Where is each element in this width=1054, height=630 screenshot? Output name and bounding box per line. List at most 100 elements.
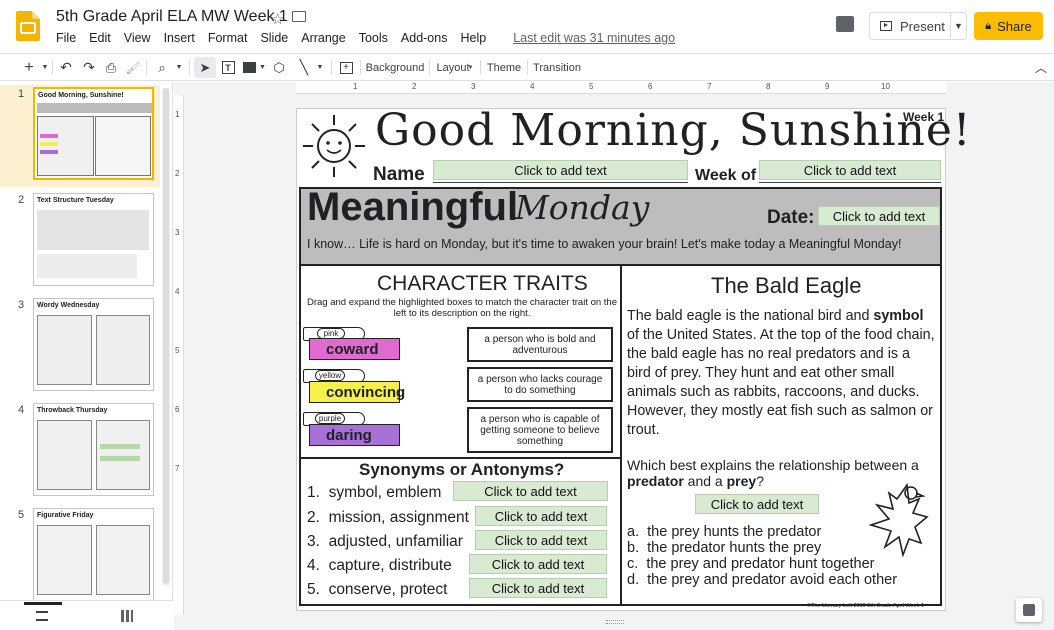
slide-thumbnail-3[interactable]: Wordy Wednesday xyxy=(33,298,154,391)
name-textbox[interactable]: Click to add text xyxy=(433,160,688,180)
synonym-answer-4[interactable]: Click to add text xyxy=(469,554,607,574)
theme-button[interactable]: Theme xyxy=(484,57,524,78)
image-dropdown-icon[interactable]: ▼ xyxy=(258,57,267,78)
paint-format-icon[interactable]: 🖌︎ xyxy=(124,57,142,78)
menu-tools[interactable]: Tools xyxy=(359,31,388,45)
add-comment-icon[interactable]: + xyxy=(337,57,355,78)
star-icon[interactable]: ☆ xyxy=(271,10,284,28)
synonym-item: 3. adjusted, unfamiliar xyxy=(307,533,463,550)
eagle-title: The Bald Eagle xyxy=(711,273,862,298)
filmstrip-scroll-thumb[interactable] xyxy=(163,88,169,584)
menu-insert[interactable]: Insert xyxy=(164,31,195,45)
sun-icon xyxy=(301,113,367,179)
shape-icon[interactable]: ⬡ xyxy=(270,57,288,78)
synonym-answer-3[interactable]: Click to add text xyxy=(475,530,607,550)
answer-choice: c. the prey and predator hunt together xyxy=(627,556,875,572)
answer-choice: d. the prey and predator avoid each othe… xyxy=(627,572,898,588)
synonym-item: 2. mission, assignment xyxy=(307,509,469,526)
traits-title: CHARACTER TRAITS xyxy=(377,272,588,295)
redo-icon[interactable]: ↷ xyxy=(80,57,98,78)
definition-box[interactable]: a person who is bold and adventurous xyxy=(467,327,613,362)
layout-dropdown-icon[interactable]: ▼ xyxy=(466,57,475,78)
synonym-answer-5[interactable]: Click to add text xyxy=(469,578,607,598)
explore-button[interactable] xyxy=(1016,598,1042,622)
menu-help[interactable]: Help xyxy=(460,31,486,45)
present-dropdown-icon[interactable]: ▼ xyxy=(950,12,967,40)
definition-box[interactable]: a person who is capable of getting someo… xyxy=(467,407,613,453)
menu-slide[interactable]: Slide xyxy=(260,31,288,45)
list-view-icon[interactable] xyxy=(36,611,48,621)
date-label: Date: xyxy=(767,207,815,228)
synonym-item: 4. capture, distribute xyxy=(307,557,452,574)
horizontal-ruler: 1 2 3 4 5 6 7 8 9 10 xyxy=(296,82,946,94)
filmstrip-list: 1 Good Morning, Sunshine! 2 Text Structu… xyxy=(0,82,173,601)
crayon-daring[interactable]: daring xyxy=(309,424,400,446)
eagle-icon xyxy=(867,479,933,565)
zoom-dropdown-icon[interactable]: ▼ xyxy=(174,57,184,78)
vertical-ruler: 1 2 3 4 5 6 7 xyxy=(174,95,184,615)
slide-thumbnail-4[interactable]: Throwback Thursday xyxy=(33,403,154,496)
menu-view[interactable]: View xyxy=(124,31,151,45)
last-edit-link[interactable]: Last edit was 31 minutes ago xyxy=(513,31,675,45)
name-label: Name xyxy=(373,164,425,185)
slide-number: 2 xyxy=(18,194,25,206)
slide-number: 5 xyxy=(18,509,25,521)
week-tag: Week 1 xyxy=(903,110,945,124)
explore-icon xyxy=(1023,604,1035,616)
thumb-title: Throwback Thursday xyxy=(37,407,108,414)
day-title-meaningful: Meaningful xyxy=(307,185,519,229)
slide-thumbnail-1[interactable]: Good Morning, Sunshine! xyxy=(33,87,154,180)
menu-addons[interactable]: Add-ons xyxy=(401,31,448,45)
answer-choice: a. the prey hunts the predator xyxy=(627,524,822,540)
comment-icon[interactable] xyxy=(836,16,854,32)
document-title[interactable]: 5th Grade April ELA MW Week 1 xyxy=(56,8,288,26)
date-textbox[interactable]: Click to add text xyxy=(818,206,940,226)
slides-logo-icon[interactable] xyxy=(16,11,40,41)
week-of-textbox[interactable]: Click to add text xyxy=(759,160,941,180)
background-button[interactable]: Background xyxy=(364,57,426,78)
slide-thumbnail-2[interactable]: Text Structure Tuesday xyxy=(33,193,154,286)
crayon-convincing[interactable]: convincing xyxy=(309,381,405,403)
print-icon[interactable]: ⎙ xyxy=(102,57,120,78)
new-slide-icon[interactable]: + xyxy=(20,57,38,78)
line-icon[interactable]: ╲ xyxy=(295,57,313,78)
share-button[interactable]: 🔒︎ Share xyxy=(974,12,1043,40)
textbox-icon[interactable]: T xyxy=(219,57,237,78)
menu-format[interactable]: Format xyxy=(208,31,248,45)
crayon-coward[interactable]: coward xyxy=(309,338,400,360)
slide-canvas[interactable]: Good Morning, Sunshine! Week 1 Name Clic… xyxy=(296,105,971,611)
line-dropdown-icon[interactable]: ▼ xyxy=(315,57,325,78)
notes-resize-handle[interactable] xyxy=(606,620,624,624)
synonym-answer-2[interactable]: Click to add text xyxy=(475,506,607,526)
present-button[interactable]: Present xyxy=(869,12,951,40)
thumb-title: Text Structure Tuesday xyxy=(37,197,114,204)
select-cursor-icon[interactable]: ➤ xyxy=(194,57,216,78)
menu-file[interactable]: File xyxy=(56,31,76,45)
slide-title: Good Morning, Sunshine! xyxy=(375,105,972,156)
new-slide-dropdown-icon[interactable]: ▼ xyxy=(40,57,50,78)
present-icon xyxy=(880,21,892,31)
collapse-toolbar-icon[interactable]: ︿ xyxy=(1032,57,1050,78)
move-folder-icon[interactable] xyxy=(292,11,306,22)
traits-instructions: Drag and expand the highlighted boxes to… xyxy=(307,297,618,319)
transition-button[interactable]: Transition xyxy=(532,57,582,78)
definition-box[interactable]: a person who lacks courage to do somethi… xyxy=(467,367,613,402)
slide-number: 3 xyxy=(18,299,25,311)
synonym-item: 1. symbol, emblem xyxy=(307,484,442,501)
intro-text: I know… Life is hard on Monday, but it's… xyxy=(307,237,902,251)
grid-view-icon[interactable] xyxy=(121,610,133,622)
question-answer-textbox[interactable]: Click to add text xyxy=(695,494,819,514)
slide-thumbnail-5[interactable]: Figurative Friday xyxy=(33,508,154,601)
menu-edit[interactable]: Edit xyxy=(89,31,111,45)
week-of-label: Week of xyxy=(695,167,757,184)
synonyms-title: Synonyms or Antonyms? xyxy=(359,460,565,479)
menu-bar: File Edit View Insert Format Slide Arran… xyxy=(56,31,688,45)
zoom-icon[interactable]: ⌕ xyxy=(152,57,172,78)
synonym-answer-1[interactable]: Click to add text xyxy=(453,481,608,501)
image-icon[interactable] xyxy=(240,57,258,78)
thumb-title: Figurative Friday xyxy=(37,512,94,519)
footer-credit: ©The Literacy Loft 2019 5th Grade April … xyxy=(807,603,925,609)
menu-arrange[interactable]: Arrange xyxy=(301,31,345,45)
undo-icon[interactable]: ↶ xyxy=(57,57,75,78)
eagle-passage: The bald eagle is the national bird and … xyxy=(627,308,935,438)
